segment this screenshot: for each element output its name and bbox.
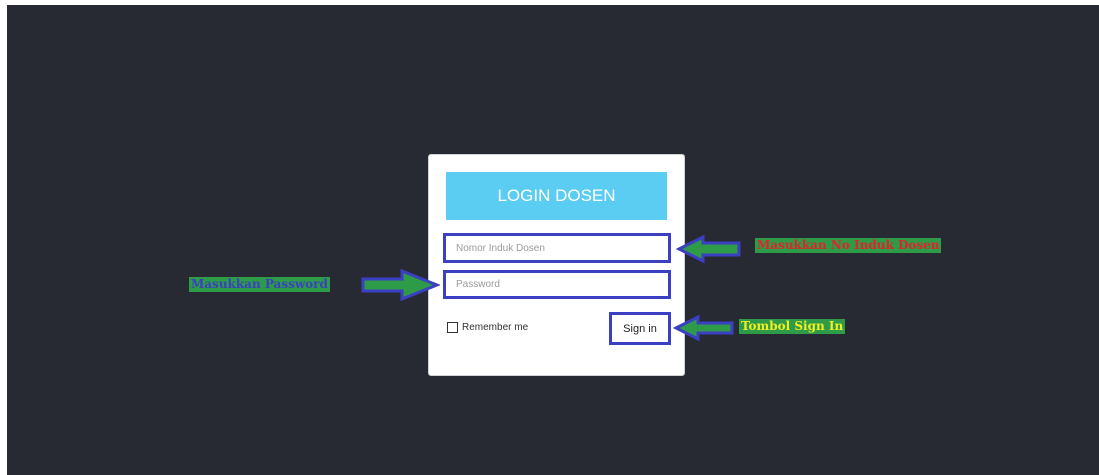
arrow-left-icon	[673, 314, 734, 342]
password-field-frame	[443, 270, 671, 299]
nidn-field-frame	[443, 233, 671, 263]
signin-button[interactable]: Sign in	[609, 312, 671, 345]
arrow-right-icon	[361, 268, 440, 302]
login-title: LOGIN DOSEN	[446, 172, 667, 220]
signin-annotation: Tombol Sign In	[739, 319, 846, 334]
remember-label: Remember me	[462, 322, 529, 333]
remember-checkbox[interactable]	[447, 322, 458, 333]
remember-me[interactable]: Remember me	[447, 322, 528, 333]
nidn-input[interactable]	[446, 236, 668, 260]
nidn-annotation: Masukkan No Induk Dosen	[755, 238, 942, 253]
login-card: LOGIN DOSEN Remember me Sign in	[428, 154, 685, 376]
password-input[interactable]	[446, 273, 668, 296]
arrow-left-icon	[676, 234, 741, 264]
password-annotation: Masukkan Password	[189, 277, 330, 292]
